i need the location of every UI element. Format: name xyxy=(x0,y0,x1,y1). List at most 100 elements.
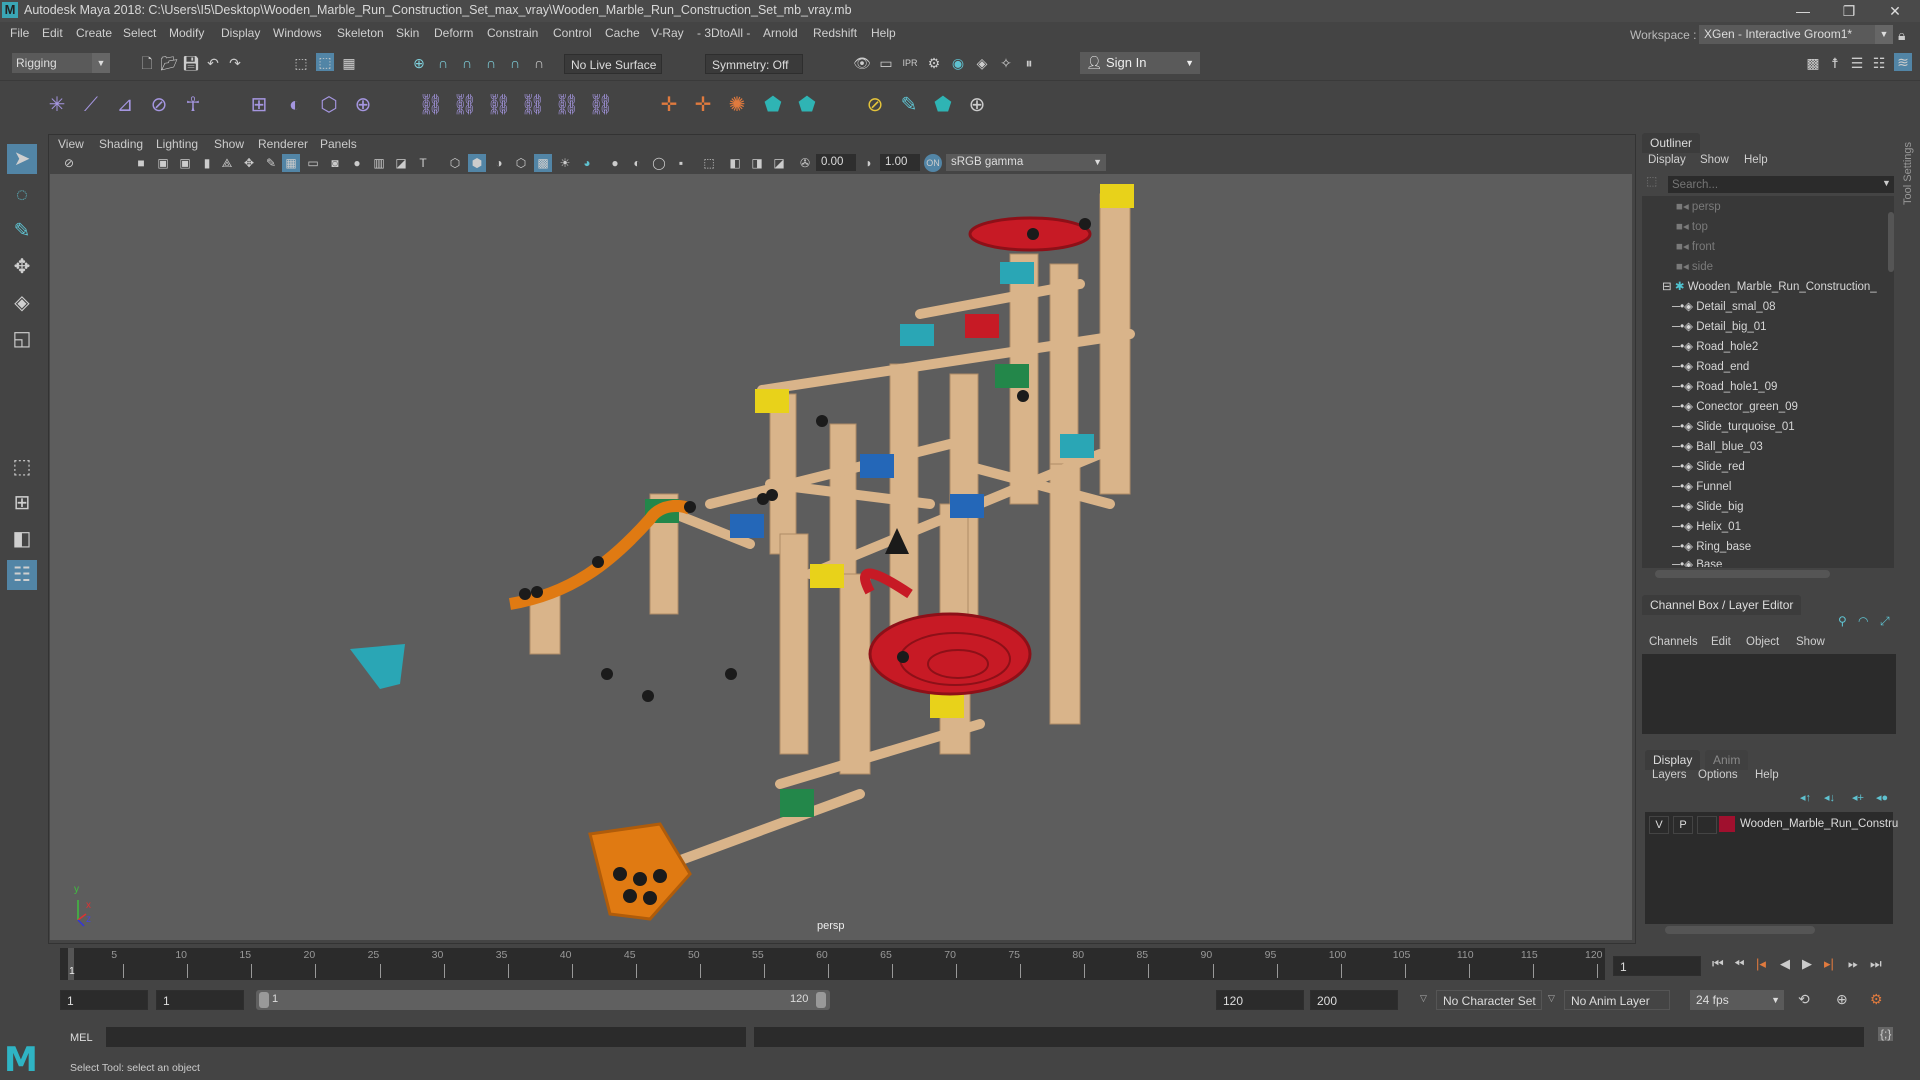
menu-set-select[interactable]: Rigging ▼ xyxy=(12,53,110,73)
menu-redshift[interactable]: Redshift xyxy=(813,26,857,40)
outliner-item-top[interactable]: ■◂ top xyxy=(1676,219,1708,233)
snap-curve-icon[interactable]: ∩ xyxy=(434,54,452,72)
menu-constrain[interactable]: Constrain xyxy=(487,26,538,40)
xray-joints-icon[interactable]: ◪ xyxy=(770,154,788,172)
outliner-layout-icon[interactable]: ☷ xyxy=(7,560,37,590)
layers-menu[interactable]: Layers xyxy=(1652,769,1687,781)
playback-end-field[interactable]: 120 xyxy=(1216,990,1304,1010)
menu-deform[interactable]: Deform xyxy=(434,26,473,40)
film-gate-icon[interactable]: ▭ xyxy=(304,154,322,172)
menu-select[interactable]: Select xyxy=(123,26,156,40)
select-object-icon[interactable]: ⬚ xyxy=(316,53,334,71)
attribute-editor-icon[interactable]: ☰ xyxy=(1848,54,1866,72)
lock-icon[interactable]: 🔒︎ xyxy=(1898,27,1905,44)
channel-edit-menu[interactable]: Edit xyxy=(1711,636,1731,648)
vp-menu-view[interactable]: View xyxy=(58,137,84,151)
layer-playback-toggle[interactable]: P xyxy=(1673,816,1693,834)
collapse-icon[interactable]: ⊟ xyxy=(1662,281,1675,293)
move-layer-down-icon[interactable]: ◂↓ xyxy=(1824,791,1835,804)
cluster-icon[interactable]: ⊕ xyxy=(350,92,376,118)
character-set-field[interactable]: No Character Set xyxy=(1436,990,1542,1010)
disable-icon[interactable]: ⊘ xyxy=(862,92,888,118)
anim-layer-field[interactable]: No Anim Layer xyxy=(1564,990,1670,1010)
range-end-handle[interactable] xyxy=(816,992,826,1008)
grease-pencil-icon[interactable]: ✎ xyxy=(262,154,280,172)
menu-3dtoall[interactable]: - 3DtoAll - xyxy=(697,26,750,40)
xray-active-icon[interactable]: ◨ xyxy=(748,154,766,172)
outliner-tab[interactable]: Outliner xyxy=(1642,133,1701,153)
new-scene-icon[interactable]: 🗋 xyxy=(138,54,156,72)
script-editor-icon[interactable]: {;} xyxy=(1878,1027,1894,1041)
hik-skeleton-icon[interactable]: ⬟ xyxy=(794,92,820,118)
manipulator-icon[interactable]: ⚲ xyxy=(1838,614,1847,628)
shadows-icon[interactable]: ◕ xyxy=(578,154,596,172)
snap-magnet-icon[interactable]: ∩ xyxy=(530,54,548,72)
outliner-item[interactable]: ─•◈ Road_hole1_09 xyxy=(1672,379,1777,393)
outliner-item[interactable]: ─•◈ Ball_blue_03 xyxy=(1672,439,1763,453)
vp-menu-shading[interactable]: Shading xyxy=(99,137,143,151)
pause-viewport-icon[interactable]: ⏸ xyxy=(1020,54,1038,72)
range-slider[interactable]: 1 120 xyxy=(256,990,830,1010)
color-management-toggle-icon[interactable]: ON xyxy=(924,154,942,172)
step-forward-key-icon[interactable]: ⏩︎ xyxy=(1848,956,1858,972)
vp-menu-lighting[interactable]: Lighting xyxy=(156,137,198,151)
lattice-icon[interactable]: ⬡ xyxy=(316,92,342,118)
default-material-icon[interactable]: ◑ xyxy=(490,154,508,172)
smooth-shade-icon[interactable]: ⬢ xyxy=(468,154,486,172)
layer-color-swatch[interactable] xyxy=(1719,816,1735,832)
speed-icon[interactable]: ◠ xyxy=(1858,614,1868,628)
bind-skin-icon[interactable]: ⊘ xyxy=(146,92,172,118)
image-plane-icon[interactable]: ⟁ xyxy=(218,154,236,172)
outliner-item[interactable]: ─•◈ Base xyxy=(1672,557,1722,567)
gamma-icon[interactable]: ◗ xyxy=(860,154,878,172)
viewport-scene[interactable]: y x z persp xyxy=(50,174,1632,940)
outliner-horizontal-scrollbar[interactable] xyxy=(1655,570,1830,578)
add-shelf-item-icon[interactable]: ⊕ xyxy=(964,92,990,118)
menu-file[interactable]: File xyxy=(10,26,29,40)
outliner-item[interactable]: ─•◈ Detail_smal_08 xyxy=(1672,299,1775,313)
wireframe-on-shaded-icon[interactable]: ⬡ xyxy=(512,154,530,172)
auto-key-icon[interactable]: ⊕ xyxy=(1836,991,1848,1008)
outliner-menu-help[interactable]: Help xyxy=(1744,154,1768,166)
layer-horizontal-scrollbar[interactable] xyxy=(1665,926,1815,934)
range-end-field[interactable]: 200 xyxy=(1310,990,1398,1010)
close-button[interactable]: ✕ xyxy=(1872,0,1918,22)
menu-cache[interactable]: Cache xyxy=(605,26,640,40)
outliner-item[interactable]: ─•◈ Slide_turquoise_01 xyxy=(1672,419,1795,433)
snap-live-icon[interactable]: ∩ xyxy=(506,54,524,72)
layer-tab-anim[interactable]: Anim xyxy=(1705,750,1749,770)
locator-icon[interactable]: ✛ xyxy=(656,92,682,118)
motion-blur-icon[interactable]: ◐ xyxy=(628,154,646,172)
open-scene-icon[interactable]: 📂︎ xyxy=(160,54,178,72)
symmetry-field[interactable]: Symmetry: Off xyxy=(705,54,803,74)
tool-settings-strip[interactable]: Tool Settings xyxy=(1900,130,1920,945)
animation-preferences-icon[interactable]: ⚙ xyxy=(1870,991,1883,1008)
time-slider[interactable]: 1 5 10 15 20 25 30 35 40 45 50 55 60 65 70 75 80 85 90 95 1… xyxy=(60,948,1605,980)
locator-link-icon[interactable]: ✛ xyxy=(690,92,716,118)
hik-icon[interactable]: ☥ xyxy=(180,92,206,118)
paint-icon[interactable]: ✎ xyxy=(896,92,922,118)
outliner-item[interactable]: ─•◈ Slide_red xyxy=(1672,459,1745,473)
channel-box-tab[interactable]: Channel Box / Layer Editor xyxy=(1642,595,1802,615)
go-to-end-icon[interactable]: ⏭ xyxy=(1870,956,1882,972)
menu-windows[interactable]: Windows xyxy=(273,26,322,40)
two-view-layout-icon[interactable]: ◧ xyxy=(7,524,37,554)
layer-display-type-toggle[interactable] xyxy=(1697,816,1717,834)
fps-select[interactable]: 24 fps ▼ xyxy=(1690,990,1784,1010)
render-frame-icon[interactable]: ▭ xyxy=(877,54,895,72)
resolution-gate-icon[interactable]: ◙ xyxy=(326,154,344,172)
field-chart-icon[interactable]: ▥ xyxy=(370,154,388,172)
hik-effector-icon[interactable]: ⬟ xyxy=(930,92,956,118)
move-layer-up-icon[interactable]: ◂↑ xyxy=(1800,791,1811,804)
tool-settings-icon[interactable]: ☷ xyxy=(1870,54,1888,72)
channel-box-icon[interactable]: ≋ xyxy=(1894,53,1912,71)
scale-constraint-icon[interactable]: ⛓ xyxy=(520,92,546,118)
command-language-label[interactable]: MEL xyxy=(70,1032,93,1044)
camera-attributes-icon[interactable]: ▣ xyxy=(176,154,194,172)
current-frame-field[interactable]: 1 xyxy=(1613,956,1701,976)
menu-modify[interactable]: Modify xyxy=(169,26,204,40)
channel-show-menu[interactable]: Show xyxy=(1796,636,1825,648)
outliner-item-front[interactable]: ■◂ front xyxy=(1676,239,1715,253)
paint-select-tool-icon[interactable]: ✎ xyxy=(7,216,37,246)
outliner-item[interactable]: ─•◈ Road_hole2 xyxy=(1672,339,1758,353)
